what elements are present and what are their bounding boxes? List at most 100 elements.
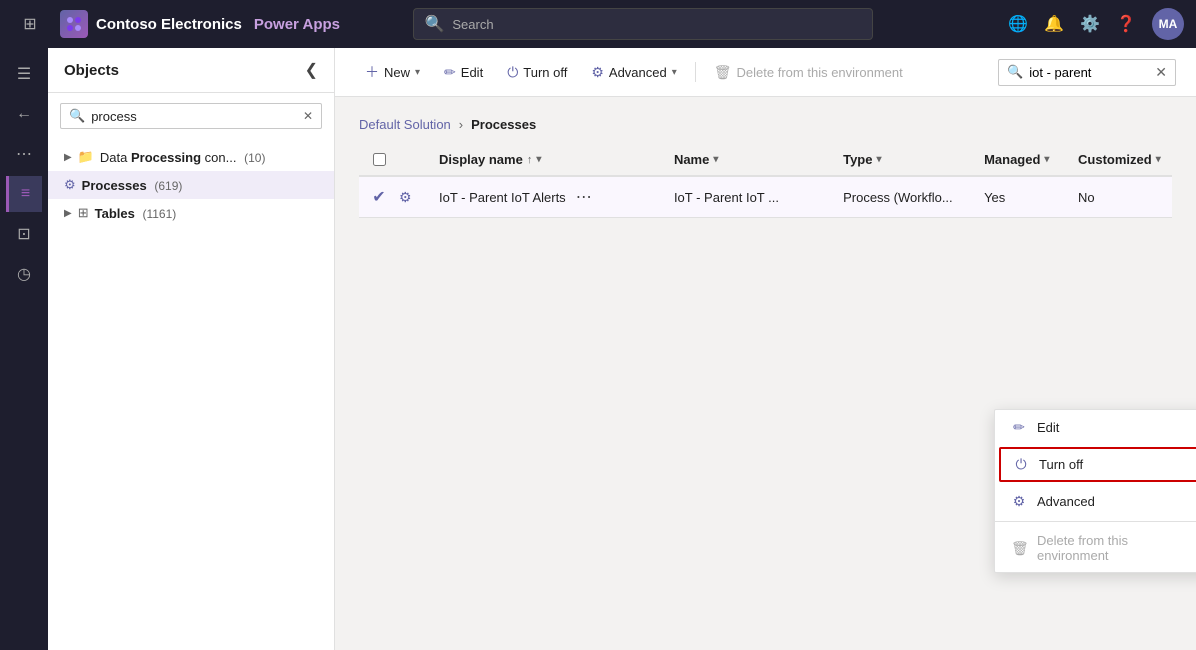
advanced-icon: ⚙ bbox=[591, 64, 604, 81]
filter-search-input[interactable] bbox=[1029, 65, 1149, 80]
tree-item-label: Data Processing con... (10) bbox=[100, 150, 322, 165]
grid-menu-icon[interactable]: ⊞ bbox=[12, 6, 48, 42]
sidebar-back[interactable]: ← bbox=[6, 96, 42, 132]
ctx-advanced-label: Advanced bbox=[1037, 494, 1095, 509]
ctx-advanced-icon: ⚙ bbox=[1011, 493, 1027, 510]
row-check-icon: ✔ bbox=[372, 187, 385, 207]
breadcrumb-parent[interactable]: Default Solution bbox=[359, 117, 451, 132]
ctx-power-icon: ⏻ bbox=[1013, 456, 1029, 473]
edit-icon: ✏ bbox=[444, 64, 456, 81]
notifications-icon[interactable]: 🔔 bbox=[1044, 14, 1064, 34]
tree-item-data-processing[interactable]: ▶ 📁 Data Processing con... (10) bbox=[48, 143, 334, 171]
brand-name: Contoso Electronics bbox=[96, 16, 242, 33]
toolbar: ＋ New ▾ ✏ Edit ⏻ Turn off ⚙ Advanced ▾ 🗑… bbox=[335, 48, 1196, 97]
new-icon: ＋ bbox=[365, 62, 379, 82]
app-layout: ☰ ← ⋯ ≡ ⊡ ◷ Objects ❮ 🔍 ✕ ▶ 📁 Data Proce… bbox=[0, 48, 1196, 650]
row-process-icon-cell: ⚙ bbox=[399, 189, 439, 206]
sidebar-more[interactable]: ⋯ bbox=[6, 136, 42, 172]
top-nav: ⊞ Contoso Electronics Power Apps 🔍 🌐 🔔 ⚙… bbox=[0, 0, 1196, 48]
nav-tree: ▶ 📁 Data Processing con... (10) ⚙ Proces… bbox=[48, 139, 334, 650]
display-name-header: Display name bbox=[439, 152, 523, 167]
global-search[interactable]: 🔍 bbox=[413, 8, 873, 40]
table-row: ✔ ⚙ IoT - Parent IoT Alerts ⋯ IoT - Pare… bbox=[359, 177, 1172, 218]
toolbar-right: 🔍 ✕ bbox=[998, 59, 1176, 86]
brand-logo-icon bbox=[60, 10, 88, 38]
sidebar-history-icon[interactable]: ◷ bbox=[6, 256, 42, 292]
environments-icon[interactable]: 🌐 bbox=[1008, 14, 1028, 34]
avatar[interactable]: MA bbox=[1152, 8, 1184, 40]
ctx-advanced-item[interactable]: ⚙ Advanced › bbox=[995, 484, 1196, 519]
objects-search-input[interactable] bbox=[91, 109, 297, 124]
objects-header: Objects ❮ bbox=[48, 48, 334, 93]
sidebar-list-icon[interactable]: ≡ bbox=[6, 176, 42, 212]
objects-panel: Objects ❮ 🔍 ✕ ▶ 📁 Data Processing con...… bbox=[48, 48, 335, 650]
turnoff-button[interactable]: ⏻ Turn off bbox=[497, 58, 577, 87]
breadcrumb-current: Processes bbox=[471, 117, 536, 132]
collapse-panel-button[interactable]: ❮ bbox=[305, 60, 318, 80]
ctx-divider bbox=[995, 521, 1196, 522]
nav-icons: 🌐 🔔 ⚙️ ❓ MA bbox=[1008, 8, 1184, 40]
managed-caret[interactable]: ▾ bbox=[1044, 154, 1049, 165]
tree-expand-icon: ▶ bbox=[64, 208, 72, 219]
tree-item-label: Tables (1161) bbox=[95, 206, 322, 221]
advanced-button[interactable]: ⚙ Advanced ▾ bbox=[581, 58, 686, 87]
ctx-edit-item[interactable]: ✏ Edit bbox=[995, 410, 1196, 445]
col-managed: Managed ▾ bbox=[984, 152, 1078, 167]
search-icon: 🔍 bbox=[424, 14, 444, 34]
customized-header: Customized bbox=[1078, 152, 1152, 167]
customized-caret[interactable]: ▾ bbox=[1156, 154, 1161, 165]
row-more-button[interactable]: ⋯ bbox=[570, 187, 598, 207]
ctx-edit-icon: ✏ bbox=[1011, 419, 1027, 436]
advanced-caret-icon: ▾ bbox=[672, 67, 677, 78]
col-check bbox=[359, 153, 399, 166]
tree-expand-icon: ▶ bbox=[64, 152, 72, 163]
breadcrumb-separator: › bbox=[459, 117, 463, 132]
context-menu: ✏ Edit ⏻ Turn off ⚙ Advanced › 🗑 Delete … bbox=[994, 409, 1196, 573]
ctx-turnoff-label: Turn off bbox=[1039, 457, 1083, 472]
search-clear-button[interactable]: ✕ bbox=[303, 109, 313, 123]
process-row-icon: ⚙ bbox=[399, 189, 412, 205]
row-managed-cell: Yes bbox=[984, 190, 1078, 205]
folder-icon: 📁 bbox=[78, 149, 94, 165]
sidebar-components-icon[interactable]: ⊡ bbox=[6, 216, 42, 252]
table-tree-icon: ⊞ bbox=[78, 205, 89, 221]
new-button[interactable]: ＋ New ▾ bbox=[355, 56, 430, 88]
type-caret[interactable]: ▾ bbox=[876, 154, 881, 165]
name-caret[interactable]: ▾ bbox=[713, 154, 718, 165]
filter-search-box[interactable]: 🔍 ✕ bbox=[998, 59, 1176, 86]
new-caret-icon: ▾ bbox=[415, 67, 420, 78]
filter-search-icon: 🔍 bbox=[1007, 64, 1023, 80]
tree-item-processes[interactable]: ⚙ Processes (619) bbox=[48, 171, 334, 199]
display-name-caret[interactable]: ▾ bbox=[536, 154, 541, 165]
row-managed-value: Yes bbox=[984, 190, 1005, 205]
power-icon: ⏻ bbox=[507, 64, 518, 81]
delete-button[interactable]: 🗑 Delete from this environment bbox=[704, 58, 913, 87]
ctx-turnoff-item[interactable]: ⏻ Turn off bbox=[999, 447, 1196, 482]
brand-logo: Contoso Electronics Power Apps bbox=[60, 10, 340, 38]
sidebar-hamburger[interactable]: ☰ bbox=[6, 56, 42, 92]
tree-item-label: Processes (619) bbox=[82, 178, 322, 193]
row-customized-cell: No bbox=[1078, 190, 1172, 205]
search-input[interactable] bbox=[452, 17, 862, 32]
col-customized: Customized ▾ bbox=[1078, 152, 1172, 167]
row-customized-value: No bbox=[1078, 190, 1095, 205]
page-header: Default Solution › Processes bbox=[335, 97, 1196, 144]
tree-item-tables[interactable]: ▶ ⊞ Tables (1161) bbox=[48, 199, 334, 227]
row-type-value: Process (Workflo... bbox=[843, 190, 953, 205]
ctx-delete-item[interactable]: 🗑 Delete from this environment bbox=[995, 524, 1196, 572]
filter-close-button[interactable]: ✕ bbox=[1155, 64, 1167, 81]
row-type-cell: Process (Workflo... bbox=[843, 190, 984, 205]
help-icon[interactable]: ❓ bbox=[1116, 14, 1136, 34]
breadcrumb: Default Solution › Processes bbox=[359, 117, 1172, 132]
ctx-delete-label: Delete from this environment bbox=[1037, 533, 1196, 563]
objects-search-box[interactable]: 🔍 ✕ bbox=[60, 103, 322, 129]
sort-asc-icon[interactable]: ↑ bbox=[527, 154, 533, 166]
edit-button[interactable]: ✏ Edit bbox=[434, 58, 493, 87]
select-all-checkbox[interactable] bbox=[373, 153, 386, 166]
app-name: Power Apps bbox=[254, 16, 340, 33]
toolbar-separator bbox=[695, 62, 696, 82]
advanced-label: Advanced bbox=[609, 65, 667, 80]
row-checkbox-cell: ✔ bbox=[359, 187, 399, 207]
objects-title: Objects bbox=[64, 62, 119, 79]
settings-icon[interactable]: ⚙️ bbox=[1080, 14, 1100, 34]
